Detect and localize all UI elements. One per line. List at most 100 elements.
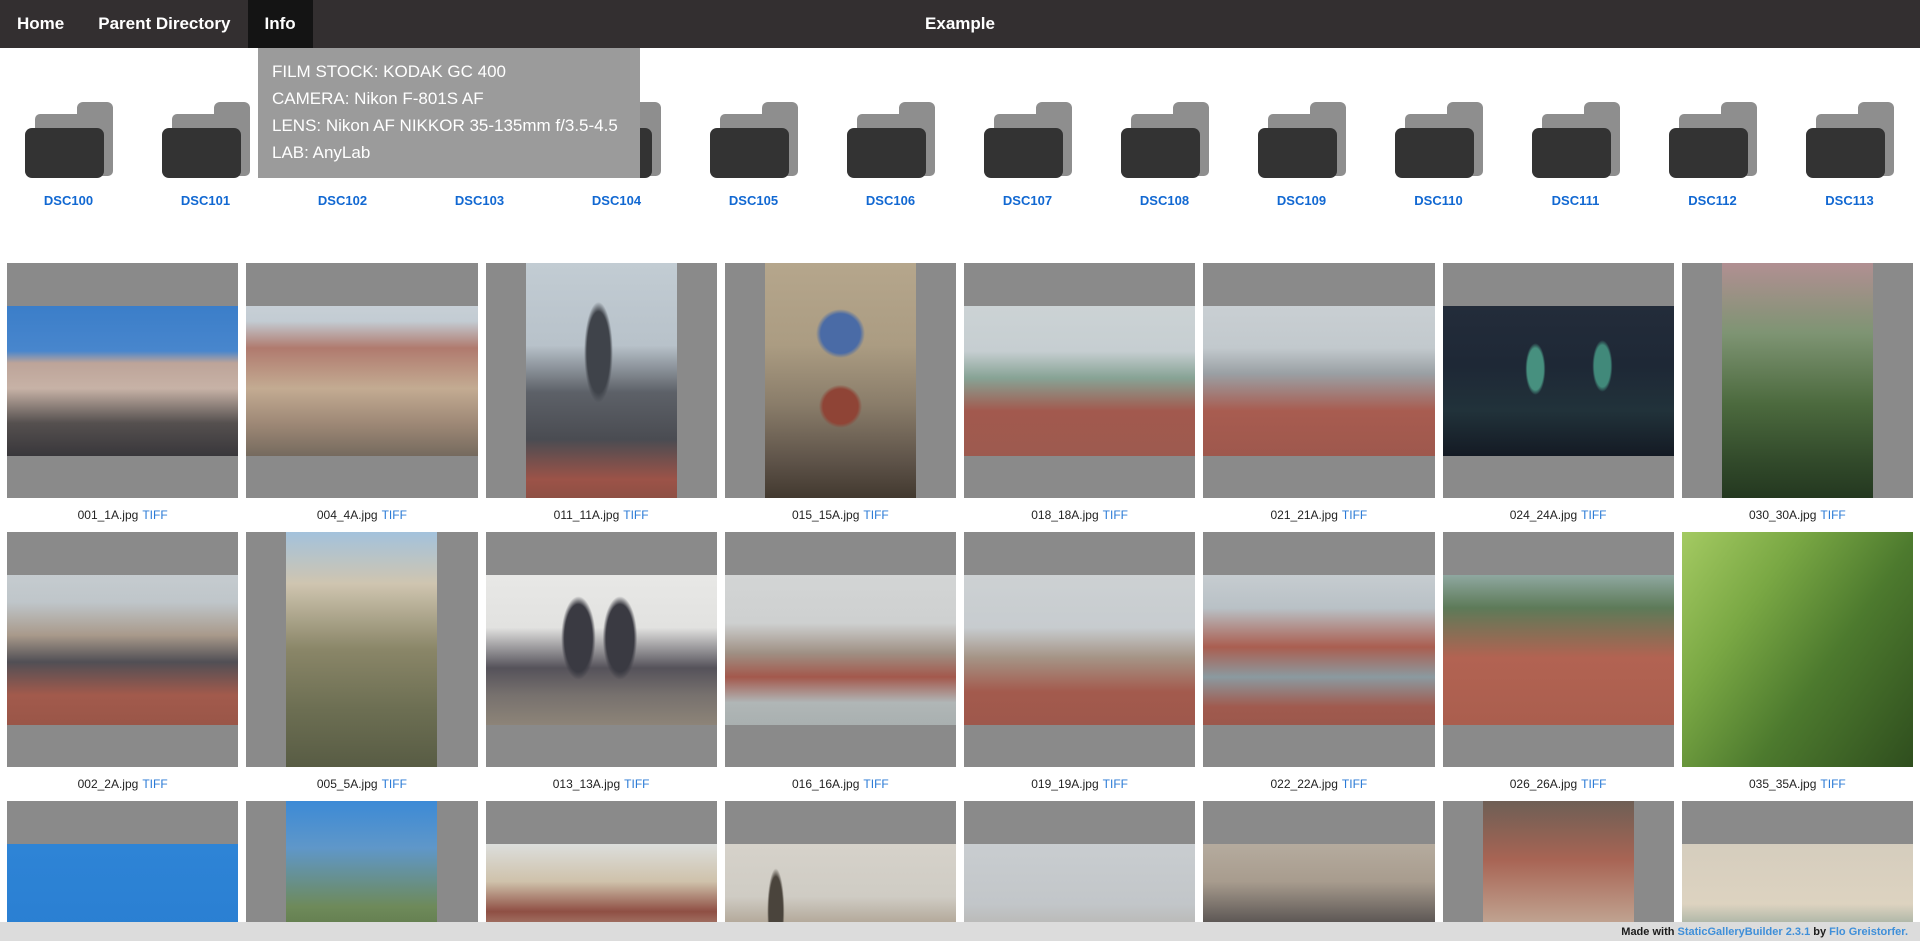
photo-filename: 015_15A.jpg bbox=[792, 508, 859, 522]
folder-link[interactable]: DSC110 bbox=[1414, 193, 1462, 208]
gallery-item: 013_13A.jpgTIFF bbox=[486, 532, 717, 801]
folder-icon[interactable] bbox=[984, 102, 1072, 178]
photo-thumbnail[interactable] bbox=[725, 263, 956, 498]
folder-icon[interactable] bbox=[1258, 102, 1346, 178]
folder-link[interactable]: DSC100 bbox=[44, 193, 93, 208]
folder-item-dsc109[interactable]: DSC109 bbox=[1233, 102, 1370, 208]
footer-author-link[interactable]: Flo Greistorfer. bbox=[1829, 926, 1908, 938]
folder-item-dsc113[interactable]: DSC113 bbox=[1781, 102, 1918, 208]
folder-item-dsc101[interactable]: DSC101 bbox=[137, 102, 274, 208]
photo-image bbox=[1203, 575, 1434, 725]
folder-icon[interactable] bbox=[162, 102, 250, 178]
photo-thumbnail[interactable] bbox=[7, 532, 238, 767]
gallery-item: 005_5A.jpgTIFF bbox=[246, 532, 477, 801]
photo-caption: 013_13A.jpgTIFF bbox=[486, 767, 717, 801]
folder-link[interactable]: DSC109 bbox=[1277, 193, 1326, 208]
tiff-link[interactable]: TIFF bbox=[863, 508, 888, 522]
folder-link[interactable]: DSC105 bbox=[729, 193, 778, 208]
gallery-item: 001_1A.jpgTIFF bbox=[7, 263, 238, 532]
folder-item-dsc110[interactable]: DSC110 bbox=[1370, 102, 1507, 208]
tiff-link[interactable]: TIFF bbox=[1342, 777, 1367, 791]
photo-thumbnail[interactable] bbox=[1203, 532, 1434, 767]
photo-thumbnail[interactable] bbox=[246, 532, 477, 767]
folder-link[interactable]: DSC112 bbox=[1688, 193, 1736, 208]
tiff-link[interactable]: TIFF bbox=[382, 777, 407, 791]
photo-thumbnail[interactable] bbox=[486, 532, 717, 767]
folder-icon[interactable] bbox=[710, 102, 798, 178]
photo-filename: 026_26A.jpg bbox=[1510, 777, 1577, 791]
photo-thumbnail[interactable] bbox=[7, 801, 238, 941]
folder-link[interactable]: DSC106 bbox=[866, 193, 915, 208]
photo-caption: 004_4A.jpgTIFF bbox=[246, 498, 477, 532]
folder-link[interactable]: DSC104 bbox=[592, 193, 641, 208]
folder-link[interactable]: DSC113 bbox=[1825, 193, 1873, 208]
folder-link[interactable]: DSC107 bbox=[1003, 193, 1052, 208]
photo-thumbnail[interactable] bbox=[1443, 801, 1674, 941]
folder-icon[interactable] bbox=[1806, 102, 1894, 178]
folder-link[interactable]: DSC101 bbox=[181, 193, 230, 208]
folder-icon[interactable] bbox=[1395, 102, 1483, 178]
folder-link[interactable]: DSC103 bbox=[455, 193, 504, 208]
tiff-link[interactable]: TIFF bbox=[142, 508, 167, 522]
tiff-link[interactable]: TIFF bbox=[1820, 777, 1845, 791]
nav-bar: Home Parent Directory Info Example bbox=[0, 0, 1920, 48]
photo-thumbnail[interactable] bbox=[1682, 263, 1913, 498]
tiff-link[interactable]: TIFF bbox=[624, 777, 649, 791]
gallery-item: 015_15A.jpg TIFF bbox=[725, 263, 956, 532]
footer-builder-link[interactable]: StaticGalleryBuilder 2.3.1 bbox=[1678, 926, 1811, 938]
folder-icon[interactable] bbox=[25, 102, 113, 178]
tiff-link[interactable]: TIFF bbox=[1342, 508, 1367, 522]
folder-icon[interactable] bbox=[847, 102, 935, 178]
folder-icon[interactable] bbox=[1532, 102, 1620, 178]
tiff-link[interactable]: TIFF bbox=[1103, 777, 1128, 791]
photo-thumbnail[interactable] bbox=[1203, 263, 1434, 498]
tiff-link[interactable]: TIFF bbox=[863, 777, 888, 791]
photo-thumbnail[interactable] bbox=[964, 801, 1195, 941]
tiff-link[interactable]: TIFF bbox=[1103, 508, 1128, 522]
folder-icon[interactable] bbox=[1121, 102, 1209, 178]
nav-item-info[interactable]: Info bbox=[248, 0, 313, 48]
photo-thumbnail[interactable] bbox=[246, 801, 477, 941]
folder-link[interactable]: DSC102 bbox=[318, 193, 367, 208]
tiff-link[interactable]: TIFF bbox=[623, 508, 648, 522]
folder-item-dsc100[interactable]: DSC100 bbox=[0, 102, 137, 208]
photo-thumbnail[interactable] bbox=[1682, 801, 1913, 941]
photo-thumbnail[interactable] bbox=[725, 801, 956, 941]
photo-thumbnail[interactable] bbox=[486, 801, 717, 941]
tiff-link[interactable]: TIFF bbox=[1581, 508, 1606, 522]
folder-item-dsc107[interactable]: DSC107 bbox=[959, 102, 1096, 208]
gallery-item: 002_2A.jpgTIFF bbox=[7, 532, 238, 801]
photo-image bbox=[286, 532, 437, 767]
folder-link[interactable]: DSC111 bbox=[1552, 193, 1600, 208]
photo-thumbnail[interactable] bbox=[246, 263, 477, 498]
folder-item-dsc108[interactable]: DSC108 bbox=[1096, 102, 1233, 208]
photo-thumbnail[interactable] bbox=[1443, 263, 1674, 498]
folder-icon[interactable] bbox=[1669, 102, 1757, 178]
folder-item-dsc112[interactable]: DSC112 bbox=[1644, 102, 1781, 208]
photo-thumbnail[interactable] bbox=[1443, 532, 1674, 767]
tiff-link[interactable]: TIFF bbox=[1820, 508, 1845, 522]
gallery-item: 011_11A.jpgTIFF bbox=[486, 263, 717, 532]
nav-item-home[interactable]: Home bbox=[0, 0, 81, 48]
nav-item-parent-directory[interactable]: Parent Directory bbox=[81, 0, 247, 48]
folder-link[interactable]: DSC108 bbox=[1140, 193, 1189, 208]
photo-thumbnail[interactable] bbox=[725, 532, 956, 767]
gallery-item bbox=[1682, 801, 1913, 941]
photo-thumbnail[interactable] bbox=[1203, 801, 1434, 941]
gallery-item bbox=[1443, 801, 1674, 941]
folder-item-dsc111[interactable]: DSC111 bbox=[1507, 102, 1644, 208]
tiff-link[interactable]: TIFF bbox=[382, 508, 407, 522]
photo-thumbnail[interactable] bbox=[964, 263, 1195, 498]
folder-item-dsc106[interactable]: DSC106 bbox=[822, 102, 959, 208]
photo-thumbnail[interactable] bbox=[7, 263, 238, 498]
tiff-link[interactable]: TIFF bbox=[1581, 777, 1606, 791]
folder-item-dsc105[interactable]: DSC105 bbox=[685, 102, 822, 208]
photo-thumbnail[interactable] bbox=[1682, 532, 1913, 767]
photo-caption: 030_30A.jpgTIFF bbox=[1682, 498, 1913, 532]
tooltip-line: CAMERA: Nikon F-801S AF bbox=[272, 85, 626, 112]
photo-filename: 035_35A.jpg bbox=[1749, 777, 1816, 791]
photo-thumbnail[interactable] bbox=[964, 532, 1195, 767]
tiff-link[interactable]: TIFF bbox=[142, 777, 167, 791]
gallery-item: 022_22A.jpgTIFF bbox=[1203, 532, 1434, 801]
photo-thumbnail[interactable] bbox=[486, 263, 717, 498]
